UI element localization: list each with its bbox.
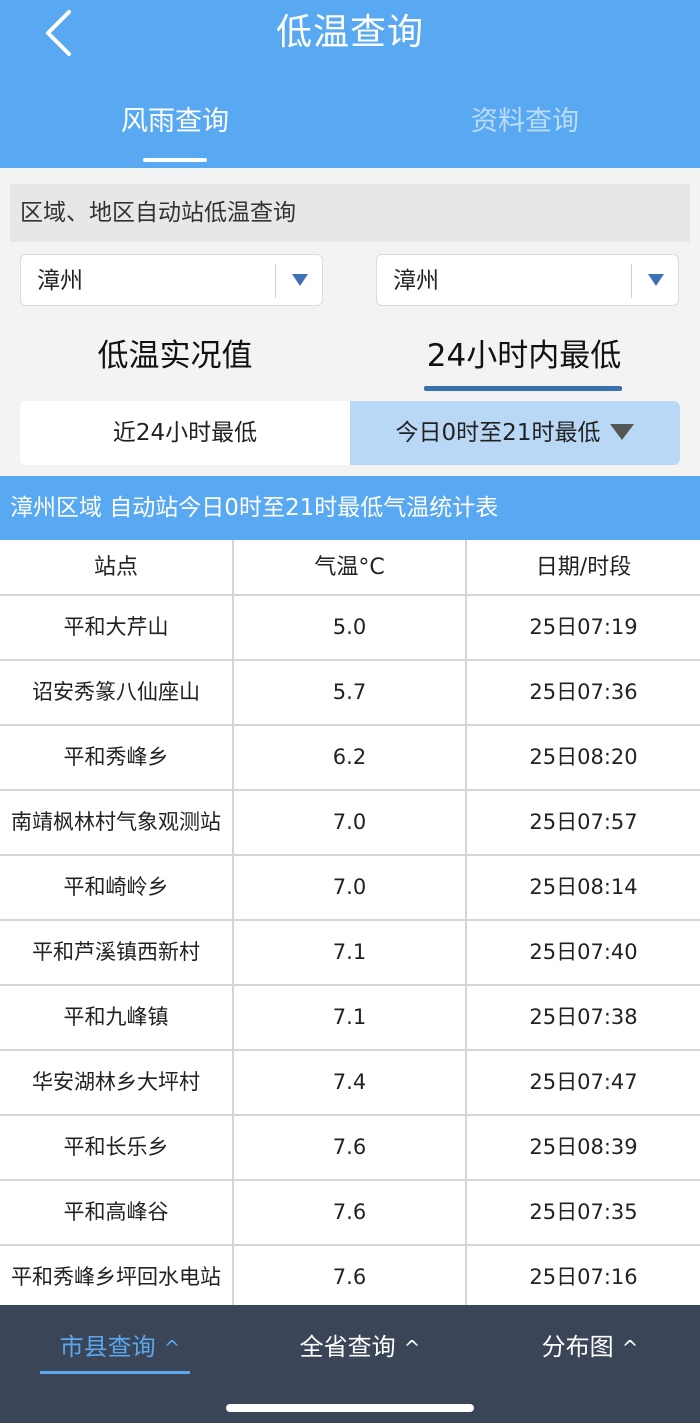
station-cell: 华安湖林乡大坪村	[0, 1051, 234, 1114]
triangle-down-icon	[648, 274, 664, 286]
range-option-last-24h[interactable]: 近24小时最低	[20, 401, 350, 465]
temperature-cell: 7.1	[234, 921, 467, 984]
chevron-up-icon: ^	[621, 1336, 639, 1360]
temperature-cell: 6.2	[234, 726, 467, 789]
temperature-cell: 7.6	[234, 1116, 467, 1179]
datetime-cell: 25日07:19	[529, 615, 638, 639]
min-temperature-table: 站点 气温°C 日期/时段 平和大芹山 5.0 25日07:19 诏安秀篆八仙座山 5.…	[0, 540, 700, 1305]
station-cell: 平和崎岭乡	[0, 856, 234, 919]
bottom-nav: 市县查询 ^ 全省查询 ^ 分布图 ^	[0, 1305, 700, 1423]
range-option-today-0-21[interactable]: 今日0时至21时最低	[350, 401, 680, 465]
datetime-cell: 25日08:20	[529, 745, 638, 769]
table-row: 平和秀峰乡坪回水电站 7.6 25日07:16	[0, 1246, 700, 1305]
station-cell: 平和大芹山	[0, 596, 234, 659]
select-value: 漳州	[393, 268, 439, 294]
datetime-cell: 25日08:39	[529, 1135, 638, 1159]
tab-label: 资料查询	[471, 106, 579, 137]
datetime-cell: 25日07:57	[529, 810, 638, 834]
datetime-cell: 25日07:40	[529, 940, 638, 964]
table-row: 南靖枫林村气象观测站 7.0 25日07:57	[0, 791, 700, 856]
station-cell: 平和九峰镇	[0, 986, 234, 1049]
time-range-selector: 近24小时最低 今日0时至21时最低	[20, 401, 680, 465]
tab-label: 风雨查询	[121, 106, 229, 137]
table-row: 平和秀峰乡 6.2 25日08:20	[0, 726, 700, 791]
select-value: 漳州	[37, 268, 83, 294]
datetime-cell: 25日07:35	[529, 1200, 638, 1224]
app-header: 低温查询 风雨查询 资料查询	[0, 0, 700, 168]
header-datetime: 日期/时段	[535, 555, 632, 580]
station-cell: 平和高峰谷	[0, 1181, 234, 1244]
header-station: 站点	[0, 540, 234, 594]
station-cell: 平和秀峰乡	[0, 726, 234, 789]
chevron-up-icon: ^	[163, 1336, 181, 1360]
temperature-cell: 7.6	[234, 1181, 467, 1244]
nav-city-county-query[interactable]: 市县查询 ^	[40, 1323, 200, 1371]
table-row: 平和崎岭乡 7.0 25日08:14	[0, 856, 700, 921]
table-row: 平和高峰谷 7.6 25日07:35	[0, 1181, 700, 1246]
table-row: 诏安秀篆八仙座山 5.7 25日07:36	[0, 661, 700, 726]
table-row: 平和大芹山 5.0 25日07:19	[0, 596, 700, 661]
station-cell: 南靖枫林村气象观测站	[0, 791, 234, 854]
table-row: 平和九峰镇 7.1 25日07:38	[0, 986, 700, 1051]
station-cell: 诏安秀篆八仙座山	[0, 661, 234, 724]
table-row: 平和长乐乡 7.6 25日08:39	[0, 1116, 700, 1181]
nav-label: 全省查询	[299, 1333, 396, 1361]
select-divider	[275, 264, 276, 298]
range-option-label: 近24小时最低	[112, 420, 258, 446]
station-cell: 平和秀峰乡坪回水电站	[0, 1246, 234, 1305]
temperature-cell: 7.0	[234, 856, 467, 919]
station-cell: 平和芦溪镇西新村	[0, 921, 234, 984]
datetime-cell: 25日07:36	[529, 680, 638, 704]
nav-distribution-map[interactable]: 分布图 ^	[520, 1323, 660, 1371]
tab-rain-wind-query[interactable]: 风雨查询	[95, 96, 255, 148]
table-row: 平和芦溪镇西新村 7.1 25日07:40	[0, 921, 700, 986]
temperature-cell: 5.7	[234, 661, 467, 724]
region-select-right[interactable]: 漳州	[376, 254, 679, 306]
table-row: 华安湖林乡大坪村 7.4 25日07:47	[0, 1051, 700, 1116]
select-divider	[631, 264, 632, 298]
triangle-down-icon	[292, 274, 308, 286]
datetime-cell: 25日07:16	[529, 1265, 638, 1289]
temperature-cell: 7.6	[234, 1246, 467, 1305]
active-mode-indicator	[424, 386, 622, 391]
table-caption: 漳州区域 自动站今日0时至21时最低气温统计表	[0, 476, 700, 540]
temperature-cell: 5.0	[234, 596, 467, 659]
triangle-down-icon	[610, 423, 635, 440]
mode-tab-24h-min[interactable]: 24小时内最低	[400, 328, 648, 384]
home-indicator	[226, 1404, 474, 1412]
nav-province-query[interactable]: 全省查询 ^	[280, 1323, 440, 1371]
range-option-label: 今日0时至21时最低	[395, 420, 601, 446]
region-select-left[interactable]: 漳州	[20, 254, 323, 306]
table-header-row: 站点 气温°C 日期/时段	[0, 540, 700, 596]
active-nav-indicator	[40, 1371, 190, 1374]
mode-tab-realtime[interactable]: 低温实况值	[60, 328, 290, 384]
datetime-cell: 25日07:47	[529, 1070, 638, 1094]
nav-label: 分布图	[541, 1333, 614, 1361]
mode-tab-label: 24小时内最低	[426, 338, 622, 374]
datetime-cell: 25日07:38	[529, 1005, 638, 1029]
page-title: 低温查询	[275, 12, 424, 53]
chevron-up-icon: ^	[403, 1336, 421, 1360]
mode-tab-label: 低温实况值	[97, 338, 253, 374]
header-temperature: 气温°C	[234, 540, 467, 594]
query-panel: 区域、地区自动站低温查询 漳州 漳州 低温实况值 24小时内最低 近24小时最低…	[0, 168, 700, 476]
temperature-cell: 7.4	[234, 1051, 467, 1114]
datetime-cell: 25日08:14	[529, 875, 638, 899]
active-tab-indicator	[143, 158, 207, 162]
temperature-cell: 7.0	[234, 791, 467, 854]
tab-data-query[interactable]: 资料查询	[445, 96, 605, 148]
station-cell: 平和长乐乡	[0, 1116, 234, 1179]
section-label: 区域、地区自动站低温查询	[10, 184, 690, 242]
temperature-cell: 7.1	[234, 986, 467, 1049]
nav-label: 市县查询	[59, 1333, 156, 1361]
